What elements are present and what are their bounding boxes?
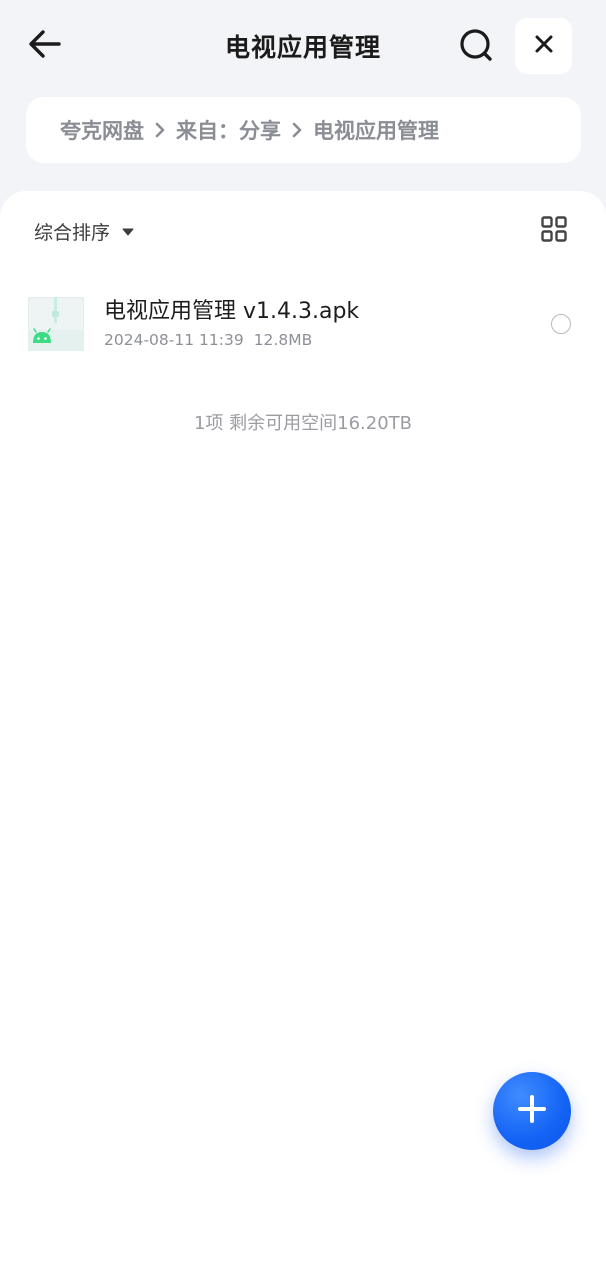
breadcrumb-item-root[interactable]: 夸克网盘 bbox=[60, 115, 144, 145]
search-button[interactable] bbox=[454, 26, 498, 68]
grid-view-icon bbox=[541, 216, 567, 246]
plus-icon bbox=[517, 1094, 547, 1128]
sort-dropdown[interactable]: 综合排序 bbox=[34, 218, 134, 245]
file-name: 电视应用管理 v1.4.3.apk bbox=[104, 299, 360, 324]
file-list-item[interactable]: 电视应用管理 v1.4.3.apk 2024-08-11 11:39 12.8MB bbox=[0, 279, 606, 369]
close-button[interactable] bbox=[515, 18, 572, 74]
top-bar: 电视应用管理 bbox=[0, 0, 606, 92]
chevron-right-icon bbox=[282, 120, 312, 140]
chevron-right-icon bbox=[145, 120, 175, 140]
add-button[interactable] bbox=[493, 1072, 571, 1150]
file-size: 12.8MB bbox=[253, 331, 313, 349]
storage-summary: 1项 剩余可用空间16.20TB bbox=[193, 413, 413, 434]
screen: 电视应用管理 夸克网盘 来自：分享 电视应用管理 综合排序 电视应用管理 v1.… bbox=[0, 0, 606, 1280]
breadcrumb: 夸克网盘 来自：分享 电视应用管理 bbox=[26, 97, 581, 163]
sort-label: 综合排序 bbox=[34, 222, 111, 244]
caret-down-icon bbox=[122, 228, 134, 236]
select-radio[interactable] bbox=[551, 314, 571, 334]
apk-android-icon bbox=[27, 296, 85, 352]
file-date: 2024-08-11 11:39 bbox=[104, 331, 244, 349]
close-icon bbox=[534, 34, 554, 58]
breadcrumb-item-share[interactable]: 来自：分享 bbox=[176, 115, 281, 145]
view-toggle-button[interactable] bbox=[538, 215, 570, 247]
breadcrumb-item-current[interactable]: 电视应用管理 bbox=[313, 115, 439, 145]
file-meta: 2024-08-11 11:39 12.8MB bbox=[104, 331, 312, 349]
search-icon bbox=[458, 27, 494, 67]
